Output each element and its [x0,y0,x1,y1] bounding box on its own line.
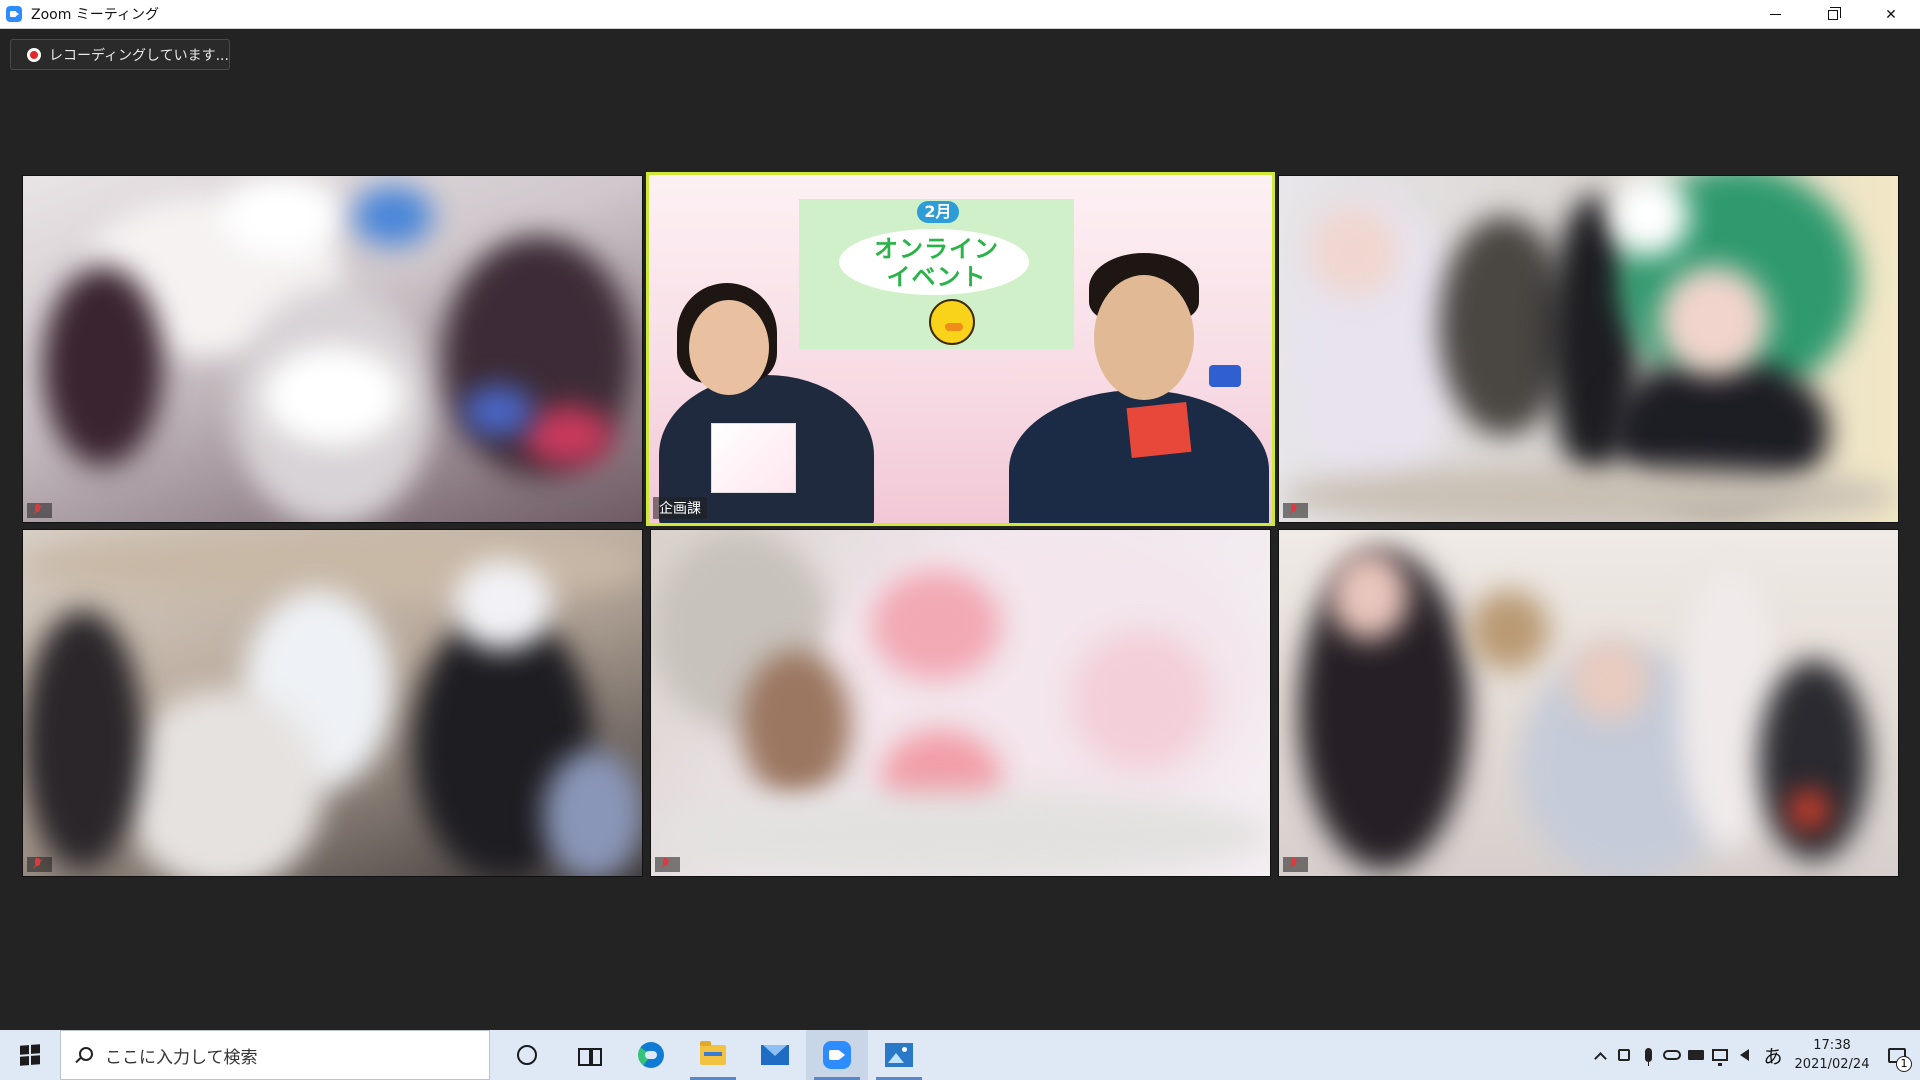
camera-icon [1618,1049,1630,1061]
onedrive-tray-button[interactable] [1660,1030,1684,1080]
participant-name-label: 企画課 [653,497,707,519]
edge-button[interactable] [620,1030,682,1080]
title-bar: Zoom ミーティング ✕ [0,0,1920,29]
video-feed [1279,530,1898,876]
mail-button[interactable] [744,1030,806,1080]
cortana-icon [517,1045,537,1065]
start-button[interactable] [0,1030,60,1080]
battery-icon [1688,1050,1704,1060]
notification-count: 1 [1896,1056,1912,1072]
participant-name-label [1283,503,1308,518]
close-icon: ✕ [1885,6,1897,23]
taskbar-clock[interactable]: 17:38 2021/02/24 [1790,1030,1874,1080]
video-tile-3[interactable] [1278,175,1899,523]
show-hidden-icons-button[interactable] [1588,1030,1612,1080]
microphone-tray-button[interactable] [1636,1030,1660,1080]
video-feed [1279,176,1898,522]
system-tray: あ 17:38 2021/02/24 1 [1588,1030,1920,1080]
window-controls: ✕ [1746,0,1920,29]
cloud-icon [1663,1050,1681,1060]
ime-indicator[interactable]: あ [1756,1030,1790,1080]
video-feed: 2月 オンライン イベント [649,175,1272,523]
photos-icon [885,1043,913,1067]
taskbar-apps [496,1030,930,1080]
action-center-button[interactable]: 1 [1874,1030,1920,1080]
banner-line-2: イベント [886,263,987,291]
video-feed [651,530,1270,876]
camera-tray-button[interactable] [1612,1030,1636,1080]
zoom-icon [823,1041,851,1069]
windows-logo-icon [20,1044,40,1066]
muted-mic-icon [1289,858,1298,871]
video-tile-4[interactable] [22,529,643,877]
participant-name-label [27,857,52,872]
window-title: Zoom ミーティング [31,7,159,23]
photos-button[interactable] [868,1030,930,1080]
participant-name-label [1283,857,1308,872]
muted-mic-icon [33,858,42,871]
mail-icon [761,1045,789,1065]
meeting-area: レコーディングしています... 2月 オンライン イベント 企画課 [0,29,1920,1030]
zoom-window: Zoom ミーティング ✕ レコーディングしています... 2月 オンライン イ… [0,0,1920,1080]
record-icon [27,47,41,62]
recording-label: レコーディングしています... [49,47,229,64]
muted-mic-icon [33,504,42,517]
search-placeholder: ここに入力して検索 [105,1047,258,1068]
video-tile-2[interactable]: 2月 オンライン イベント 企画課 [646,172,1275,526]
file-explorer-button[interactable] [682,1030,744,1080]
participant-name-label [655,857,680,872]
chevron-up-icon [1593,1051,1607,1065]
mascot-icon [929,299,975,345]
muted-mic-icon [1289,504,1298,517]
clock-time: 17:38 [1813,1038,1851,1053]
banner-month: 2月 [917,201,959,223]
close-button[interactable]: ✕ [1862,0,1920,29]
video-feed [23,176,642,522]
muted-mic-icon [661,858,670,871]
zoom-taskbar-button[interactable] [806,1030,868,1080]
zoom-app-icon [6,6,22,22]
event-banner: 2月 オンライン イベント [799,199,1074,349]
microphone-icon [1644,1048,1652,1066]
task-view-icon [578,1046,602,1066]
cortana-button[interactable] [496,1030,558,1080]
speaker-icon [1739,1049,1749,1061]
volume-tray-button[interactable] [1732,1030,1756,1080]
clock-date: 2021/02/24 [1794,1057,1870,1072]
edge-icon [638,1042,664,1068]
task-view-button[interactable] [558,1030,620,1080]
taskbar-search-box[interactable]: ここに入力して検索 [60,1030,490,1080]
video-tile-5[interactable] [650,529,1271,877]
restore-button[interactable] [1804,0,1862,29]
network-icon [1712,1049,1728,1066]
minimize-button[interactable] [1746,0,1804,29]
restore-icon [1828,6,1841,20]
recording-indicator[interactable]: レコーディングしています... [10,39,230,70]
folder-icon [700,1041,726,1065]
video-feed [23,530,642,876]
battery-tray-button[interactable] [1684,1030,1708,1080]
windows-taskbar: ここに入力して検索 あ 17:38 2021/02/24 1 [0,1030,1920,1080]
participant-name-label [27,503,52,518]
video-tile-6[interactable] [1278,529,1899,877]
video-tile-1[interactable] [22,175,643,523]
search-icon [75,1047,93,1063]
network-tray-button[interactable] [1708,1030,1732,1080]
minimize-icon [1769,14,1781,15]
